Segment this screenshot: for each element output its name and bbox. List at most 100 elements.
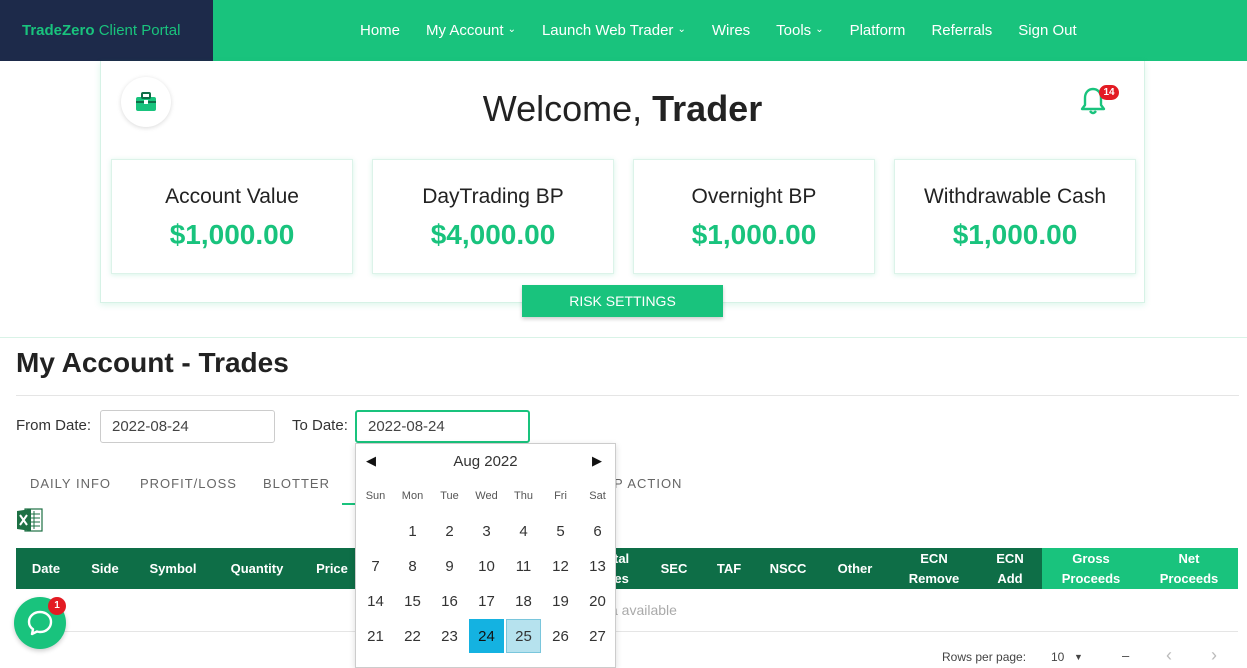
stat-value: $4,000.00 [430, 219, 556, 250]
chevron-down-icon: ⌄ [507, 24, 516, 35]
section-divider [0, 337, 1247, 338]
nav-label: Tools [776, 22, 812, 39]
column-header-symbol[interactable]: Symbol [136, 548, 210, 589]
nav-item-tools[interactable]: Tools ⌄ [776, 22, 823, 39]
calendar-day[interactable]: 12 [543, 549, 578, 583]
stat-value: $1,000.00 [169, 219, 295, 250]
calendar-day[interactable]: 6 [580, 514, 615, 548]
column-header-price[interactable]: Price [306, 548, 358, 589]
tab-daily-info[interactable]: DAILY INFO [30, 476, 111, 491]
notification-badge: 14 [1099, 85, 1119, 100]
column-header-ecn-remove[interactable]: ECN Remove [898, 548, 970, 589]
chevron-down-icon: ⌄ [815, 24, 824, 35]
calendar-day[interactable]: 9 [432, 549, 467, 583]
page-title: My Account - Trades [16, 347, 289, 378]
stat-value: $1,000.00 [691, 219, 817, 250]
from-date-input[interactable]: 2022-08-24 [100, 410, 275, 443]
calendar-day[interactable]: 22 [395, 619, 430, 653]
calendar-day[interactable]: 17 [469, 584, 504, 618]
caret-down-icon[interactable]: ▼ [1074, 652, 1083, 662]
tab-profit-loss[interactable]: PROFIT/LOSS [140, 476, 237, 491]
chat-badge: 1 [48, 597, 66, 615]
calendar-day[interactable]: 26 [543, 619, 578, 653]
calendar-day[interactable]: 11 [506, 549, 541, 583]
weekday-header: Tue [440, 490, 459, 502]
weekday-header: Sat [589, 490, 606, 502]
nav-label: My Account [426, 22, 504, 39]
nav-label: Launch Web Trader [541, 22, 674, 39]
column-header-quantity[interactable]: Quantity [218, 548, 296, 589]
stat-label: DayTrading BP [422, 185, 564, 208]
calendar-day[interactable]: 19 [543, 584, 578, 618]
nav-item-my-account[interactable]: My Account ⌄ [426, 22, 516, 39]
calendar-day[interactable]: 15 [395, 584, 430, 618]
calendar-day[interactable]: 7 [358, 549, 393, 583]
column-header-taf[interactable]: TAF [708, 548, 750, 589]
stat-label: Overnight BP [691, 185, 817, 208]
welcome-heading: Welcome, Trader [101, 88, 1144, 130]
trades-table-header: Date Side Symbol Quantity Price tal es S… [16, 548, 1238, 589]
stat-card-withdrawable-cash: Withdrawable Cash $1,000.00 [894, 159, 1136, 274]
nav-item-referrals[interactable]: Referrals [931, 22, 992, 39]
stat-card-account-value: Account Value $1,000.00 [111, 159, 353, 274]
calendar-day[interactable]: 1 [395, 514, 430, 548]
column-header-net-proceeds[interactable]: Net Proceeds [1140, 548, 1238, 589]
nav-item-home[interactable]: Home [360, 22, 400, 39]
user-name: Trader [652, 88, 763, 129]
rows-per-page-select[interactable]: 10 [1051, 650, 1064, 664]
nav-label: Referrals [931, 22, 993, 39]
calendar-day[interactable]: 18 [506, 584, 541, 618]
column-header-ecn-add[interactable]: ECN Add [980, 548, 1040, 589]
weekday-header: Wed [475, 490, 498, 502]
calendar-day[interactable]: 4 [506, 514, 541, 548]
no-data-message: a available [610, 602, 677, 618]
column-header-gross-proceeds[interactable]: Gross Proceeds [1042, 548, 1140, 589]
calendar-day[interactable]: 27 [580, 619, 615, 653]
column-header-sec[interactable]: SEC [652, 548, 696, 589]
brand-suffix: Client Portal [94, 22, 181, 39]
column-header-date[interactable]: Date [16, 548, 76, 589]
calendar-day[interactable]: 13 [580, 549, 615, 583]
next-month-button[interactable]: ▶ [592, 453, 602, 469]
tab-corporate-action[interactable]: P ACTION [614, 476, 682, 491]
nav-item-wires[interactable]: Wires [712, 22, 750, 39]
table-divider [16, 631, 1238, 632]
nav-label: Sign Out [1018, 22, 1077, 39]
calendar-day[interactable]: 8 [395, 549, 430, 583]
to-date-input[interactable]: 2022-08-24 [355, 410, 530, 443]
calendar-day[interactable]: 2 [432, 514, 467, 548]
nav-label: Platform [849, 22, 906, 39]
calendar-day[interactable]: 23 [432, 619, 467, 653]
rows-per-page-label: Rows per page: [942, 650, 1027, 664]
calendar-day[interactable]: 20 [580, 584, 615, 618]
calendar-day[interactable]: 16 [432, 584, 467, 618]
brand-logo[interactable]: TradeZero Client Portal [0, 0, 213, 61]
to-date-label: To Date: [292, 417, 348, 434]
column-header-total-fees[interactable]: tal es [614, 548, 634, 589]
calendar-day[interactable]: 10 [469, 549, 504, 583]
weekday-header: Thu [514, 490, 533, 502]
nav-label: Wires [711, 22, 751, 39]
main-nav: Home My Account ⌄ Launch Web Trader ⌄ Wire… [347, 0, 1090, 61]
calendar-day-selected[interactable]: 24 [469, 619, 504, 653]
calendar-day[interactable]: 3 [469, 514, 504, 548]
title-divider [16, 395, 1239, 396]
tab-blotter[interactable]: BLOTTER [263, 476, 330, 491]
column-header-other[interactable]: Other [826, 548, 884, 589]
nav-item-sign-out[interactable]: Sign Out [1018, 22, 1076, 39]
welcome-prefix: Welcome, [482, 88, 653, 129]
weekday-header: Fri [554, 490, 567, 502]
calendar-day[interactable]: 21 [358, 619, 393, 653]
nav-item-launch-web-trader[interactable]: Launch Web Trader ⌄ [542, 22, 686, 39]
risk-settings-button[interactable]: RISK SETTINGS [522, 285, 723, 317]
calendar-day[interactable]: 25 [506, 619, 541, 653]
excel-export-icon[interactable] [16, 507, 44, 533]
column-header-nscc[interactable]: NSCC [762, 548, 814, 589]
column-header-side[interactable]: Side [82, 548, 128, 589]
stat-label: Withdrawable Cash [923, 185, 1107, 208]
calendar-day[interactable]: 5 [543, 514, 578, 548]
calendar-day[interactable]: 14 [358, 584, 393, 618]
nav-item-platform[interactable]: Platform [850, 22, 906, 39]
stat-card-daytrading-bp: DayTrading BP $4,000.00 [372, 159, 614, 274]
chat-bubble-icon [27, 610, 53, 636]
